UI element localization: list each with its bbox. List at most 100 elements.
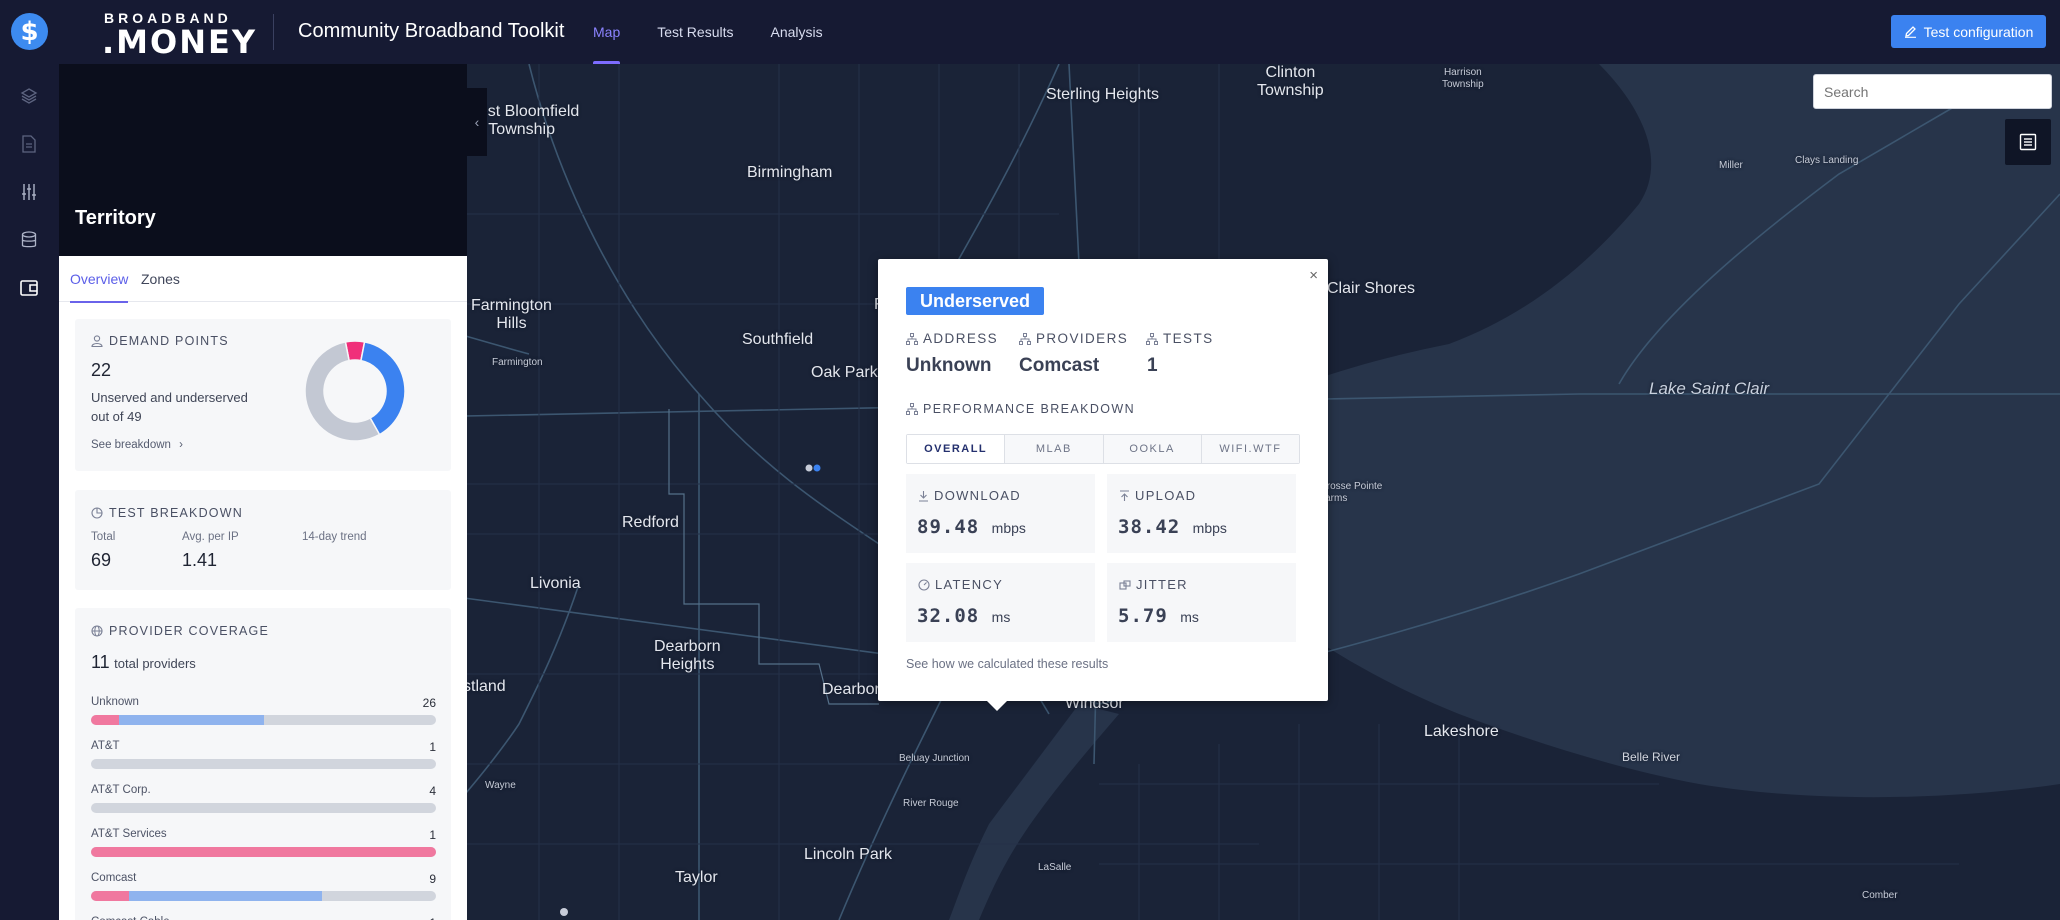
search-input[interactable] bbox=[1813, 74, 2052, 109]
jitter-label-text: JITTER bbox=[1136, 577, 1188, 592]
test-breakdown-card: TEST BREAKDOWN Total 69 Avg. per IP 1.41… bbox=[75, 490, 451, 590]
upload-label: UPLOAD bbox=[1119, 488, 1196, 503]
panel-header: Territory bbox=[59, 64, 467, 256]
download-unit: mbps bbox=[991, 520, 1026, 536]
panel-tabs: Overview Zones bbox=[59, 256, 467, 303]
brand-bottom: .MONEY bbox=[102, 23, 258, 61]
globe-icon bbox=[91, 625, 103, 637]
unserved-segment bbox=[91, 715, 119, 725]
provider-coverage-bar bbox=[91, 759, 436, 769]
test-configuration-label: Test configuration bbox=[1923, 23, 2034, 40]
provider-coverage-title: PROVIDER COVERAGE bbox=[91, 624, 269, 638]
download-icon bbox=[919, 490, 928, 502]
calculation-info-link[interactable]: See how we calculated these results bbox=[906, 657, 1108, 671]
database-icon[interactable] bbox=[17, 228, 41, 252]
segment-overall[interactable]: OVERALL bbox=[907, 435, 1006, 463]
provider-count-value: 1 bbox=[429, 916, 436, 920]
providers-value: Comcast bbox=[1019, 355, 1100, 376]
demand-donut-chart bbox=[304, 340, 406, 442]
download-value: 89.48 mbps bbox=[917, 516, 1026, 538]
tab-map[interactable]: Map bbox=[579, 0, 634, 64]
dollar-logo-icon[interactable]: $ bbox=[11, 13, 48, 50]
map-label-harrison-township: Harrison Township bbox=[1442, 67, 1484, 90]
demand-points-title-text: DEMAND POINTS bbox=[109, 334, 229, 348]
see-breakdown-link[interactable]: See breakdown › bbox=[91, 439, 183, 451]
brand-logo[interactable]: BROADBAND .MONEY bbox=[102, 11, 258, 61]
demand-points-subtitle-1: Unserved and underserved bbox=[91, 390, 248, 405]
hierarchy-icon bbox=[1146, 332, 1158, 345]
address-value: Unknown bbox=[906, 355, 992, 376]
close-icon[interactable]: × bbox=[1309, 267, 1318, 284]
see-breakdown-label: See breakdown bbox=[91, 439, 171, 451]
test-breakdown-title: TEST BREAKDOWN bbox=[91, 506, 243, 520]
tab-overview[interactable]: Overview bbox=[70, 256, 129, 303]
download-metric: DOWNLOAD 89.48 mbps bbox=[906, 474, 1095, 553]
unserved-segment bbox=[91, 847, 436, 857]
wallet-icon[interactable] bbox=[17, 276, 41, 300]
source-segmented-control: OVERALL MLAB OOKLA WIFI.WTF bbox=[906, 434, 1300, 464]
upload-metric: UPLOAD 38.42 mbps bbox=[1107, 474, 1296, 553]
hierarchy-icon bbox=[906, 332, 918, 345]
list-view-button[interactable] bbox=[2005, 119, 2051, 165]
hierarchy-icon bbox=[906, 403, 918, 415]
gauge-icon bbox=[918, 578, 930, 591]
test-configuration-button[interactable]: Test configuration bbox=[1891, 15, 2046, 48]
download-label-text: DOWNLOAD bbox=[934, 488, 1021, 503]
left-rail bbox=[0, 64, 59, 920]
collapse-panel-button[interactable]: ‹ bbox=[467, 88, 487, 156]
map-label-belle-river: Belle River bbox=[1622, 750, 1681, 764]
map-label-westland: stland bbox=[463, 678, 506, 695]
latency-label-text: LATENCY bbox=[935, 577, 1004, 592]
total-label: Total bbox=[91, 531, 116, 543]
tab-test-results[interactable]: Test Results bbox=[643, 0, 747, 64]
providers-label-text: PROVIDERS bbox=[1036, 331, 1129, 346]
top-bar: $ BROADBAND .MONEY Community Broadband T… bbox=[0, 0, 2060, 64]
segment-ookla[interactable]: OOKLA bbox=[1103, 435, 1202, 463]
map-label-farmington: Farmington bbox=[492, 357, 543, 368]
document-icon[interactable] bbox=[17, 132, 41, 156]
panel-title: Territory bbox=[75, 207, 156, 229]
unserved-segment bbox=[91, 891, 129, 901]
provider-coverage-card: PROVIDER COVERAGE 11 total providers Unk… bbox=[75, 608, 451, 920]
map-label-lake-saint-clair: Lake Saint Clair bbox=[1649, 379, 1770, 398]
latency-unit: ms bbox=[991, 609, 1011, 625]
chevron-right-icon: › bbox=[179, 439, 183, 451]
map-label-lincoln-park: Lincoln Park bbox=[804, 846, 893, 863]
jitter-label: JITTER bbox=[1119, 577, 1188, 592]
avg-per-ip-label: Avg. per IP bbox=[182, 531, 239, 543]
provider-count-label: total providers bbox=[114, 656, 196, 671]
total-value: 69 bbox=[91, 550, 112, 570]
upload-unit: mbps bbox=[1192, 520, 1227, 536]
underserved-segment bbox=[129, 891, 322, 901]
map-label-redford: Redford bbox=[622, 514, 679, 531]
map-label-sterling-heights: Sterling Heights bbox=[1046, 86, 1159, 103]
pencil-icon bbox=[1904, 26, 1916, 38]
tab-zones[interactable]: Zones bbox=[141, 256, 180, 302]
trend-label: 14-day trend bbox=[302, 531, 367, 543]
upload-icon bbox=[1120, 489, 1129, 501]
upload-value: 38.42 mbps bbox=[1118, 516, 1227, 538]
map-label-livonia: Livonia bbox=[530, 575, 581, 592]
jitter-metric: JITTER 5.79 ms bbox=[1107, 563, 1296, 642]
header-divider bbox=[273, 14, 274, 50]
underserved-segment bbox=[119, 715, 264, 725]
segment-mlab[interactable]: MLAB bbox=[1005, 435, 1104, 463]
providers-label: PROVIDERS bbox=[1019, 331, 1128, 346]
provider-count-value: 1 bbox=[429, 740, 436, 754]
tests-label-text: TESTS bbox=[1163, 331, 1214, 346]
latency-value: 32.08 ms bbox=[917, 605, 1010, 627]
chevron-left-icon: ‹ bbox=[474, 114, 480, 130]
provider-name: AT&T bbox=[91, 740, 120, 752]
download-number: 89.48 bbox=[917, 516, 980, 538]
test-breakdown-title-text: TEST BREAKDOWN bbox=[109, 506, 243, 520]
avg-per-ip-value: 1.41 bbox=[182, 550, 218, 570]
sliders-icon[interactable] bbox=[17, 180, 41, 204]
performance-breakdown-label: PERFORMANCE BREAKDOWN bbox=[906, 402, 1135, 416]
layers-icon[interactable] bbox=[17, 84, 41, 108]
map-label-lakeshore: Lakeshore bbox=[1424, 723, 1499, 740]
segment-wifi-wtf[interactable]: WIFI.WTF bbox=[1201, 435, 1299, 463]
map-label-southfield: Southfield bbox=[742, 331, 814, 348]
provider-count-value: 1 bbox=[429, 828, 436, 842]
hierarchy-icon bbox=[1019, 332, 1031, 345]
tab-analysis[interactable]: Analysis bbox=[756, 0, 836, 64]
